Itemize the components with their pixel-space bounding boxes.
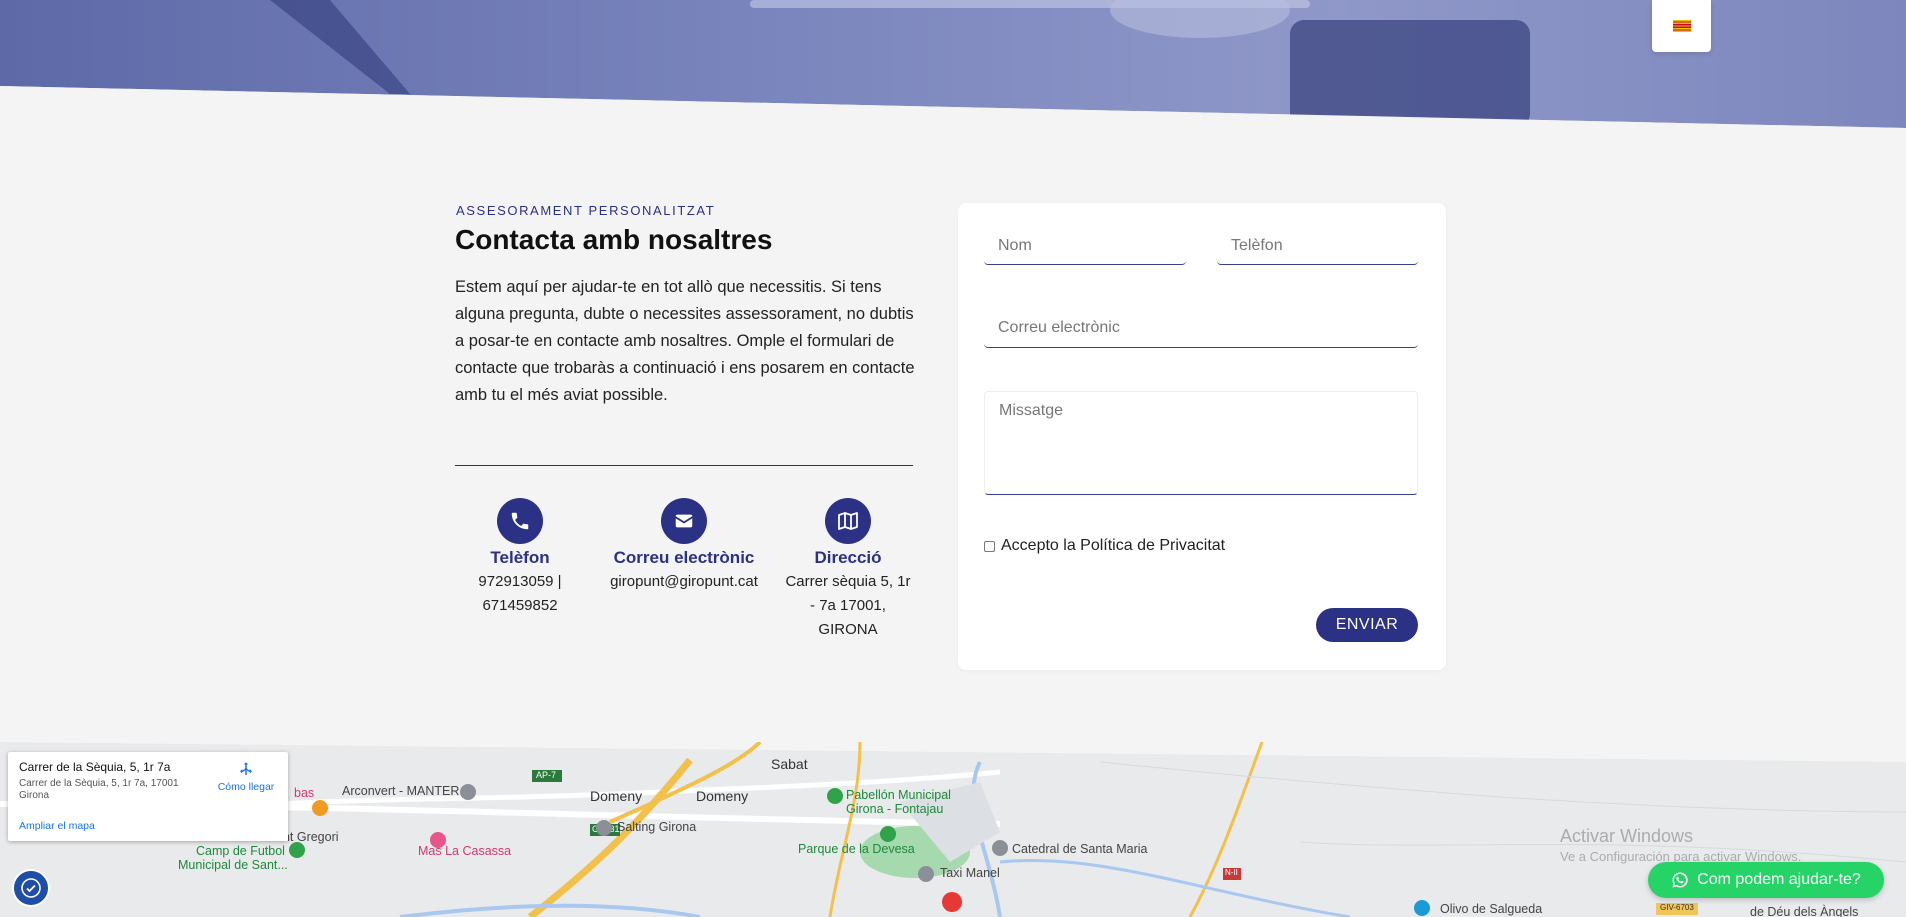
place-address: Carrer de la Sèquia, 5, 1r 7a, 17001 Gir… xyxy=(19,778,179,801)
map-marker-icon[interactable] xyxy=(992,840,1008,856)
phone-line1[interactable]: 972913059 | xyxy=(470,570,570,594)
road-badge: GIV-6703 xyxy=(1660,903,1694,912)
accessibility-button[interactable] xyxy=(12,869,50,907)
windows-activation-watermark: Activar Windows Ve a Configuración para … xyxy=(1560,826,1801,864)
intro-text: Estem aquí per ajudar-te en tot allò que… xyxy=(455,278,915,404)
directions-icon xyxy=(240,762,252,775)
whatsapp-icon xyxy=(1672,872,1688,888)
message-textarea[interactable] xyxy=(984,391,1418,495)
contact-address: Direcció Carrer sèquia 5, 1r - 7a 17001,… xyxy=(782,498,914,642)
map-label: Olivo de Salgueda xyxy=(1440,902,1543,916)
privacy-label[interactable]: Accepto la Política de Privacitat xyxy=(1001,537,1225,555)
submit-button[interactable]: ENVIAR xyxy=(1316,608,1418,642)
map-label: Municipal de Sant... xyxy=(178,858,288,872)
map-marker-icon[interactable] xyxy=(289,842,305,858)
envelope-icon xyxy=(661,498,707,544)
info-title: Correu electrònic xyxy=(613,548,755,567)
section-eyebrow: ASSESORAMENT PERSONALITZAT xyxy=(456,203,716,218)
divider xyxy=(455,465,913,466)
location-pin-icon[interactable] xyxy=(942,892,962,912)
map-label: de Déu dels Àngels xyxy=(1750,905,1859,917)
contact-phone: Telèfon 972913059 | 671459852 xyxy=(470,498,570,618)
map-label: Parque de la Devesa xyxy=(798,842,915,856)
map-marker-icon[interactable] xyxy=(1414,900,1430,916)
whatsapp-chat-button[interactable]: Com podem ajudar-te? xyxy=(1648,862,1884,898)
map-label: Sabat xyxy=(771,756,808,772)
map-label: Salting Girona xyxy=(617,820,697,834)
contact-email: Correu electrònic giropunt@giropunt.cat xyxy=(604,498,764,594)
name-input[interactable] xyxy=(984,227,1186,265)
map-label: Camp de Futbol xyxy=(196,844,285,858)
map-marker-icon[interactable] xyxy=(880,826,896,842)
page-title: Contacta amb nosaltres xyxy=(455,224,773,255)
phone-line2[interactable]: 671459852 xyxy=(470,594,570,618)
info-title: Direcció xyxy=(814,548,882,567)
email-input[interactable] xyxy=(984,308,1418,348)
address-line2: - 7a 17001, xyxy=(810,597,886,614)
map-label: Girona - Fontajau xyxy=(846,802,944,816)
phone-icon xyxy=(497,498,543,544)
email-line[interactable]: giropunt@giropunt.cat xyxy=(604,570,764,594)
place-name: Carrer de la Sèquia, 5, 1r 7a xyxy=(19,760,171,774)
map-marker-icon[interactable] xyxy=(460,784,476,800)
map-label: Taxi Manel xyxy=(940,866,1000,880)
map-marker-icon[interactable] xyxy=(918,866,934,882)
info-title: Telèfon xyxy=(490,548,550,567)
directions-link[interactable]: Cómo llegar xyxy=(213,760,279,793)
map-label: Pabellón Municipal xyxy=(846,788,951,802)
address-line1: Carrer sèquia 5, 1r xyxy=(785,573,911,590)
whatsapp-label[interactable]: Com podem ajudar-te? xyxy=(1697,871,1861,889)
watermark-title: Activar Windows xyxy=(1560,826,1694,846)
privacy-checkbox[interactable] xyxy=(984,540,995,552)
road-badge: N-II xyxy=(1225,868,1238,877)
road-badge: AP-7 xyxy=(536,770,557,780)
address-line3: GIRONA xyxy=(818,621,878,638)
catalan-flag-icon xyxy=(1672,20,1691,32)
map-marker-icon[interactable] xyxy=(430,832,446,848)
map-label: Arconvert - MANTER xyxy=(342,784,460,798)
map-marker-icon[interactable] xyxy=(596,820,612,836)
map-label: Domeny xyxy=(590,788,643,804)
language-switcher[interactable] xyxy=(1652,0,1711,52)
map-marker-icon[interactable] xyxy=(312,800,328,816)
map-label: Catedral de Santa Maria xyxy=(1012,842,1148,856)
map-icon xyxy=(825,498,871,544)
map-label: Domeny xyxy=(696,788,749,804)
map-label: bas xyxy=(294,786,315,800)
privacy-consent[interactable]: Accepto la Política de Privacitat xyxy=(984,537,1225,555)
phone-input[interactable] xyxy=(1217,227,1418,265)
accessibility-icon xyxy=(21,878,41,898)
hero-banner xyxy=(0,0,1906,130)
map-marker-icon[interactable] xyxy=(827,788,843,804)
directions-label[interactable]: Cómo llegar xyxy=(218,781,275,793)
enlarge-map-link[interactable]: Ampliar el mapa xyxy=(19,820,95,832)
map-place-card: Carrer de la Sèquia, 5, 1r 7a Carrer de … xyxy=(8,752,288,841)
contact-form: Accepto la Política de Privacitat ENVIAR xyxy=(958,203,1446,670)
